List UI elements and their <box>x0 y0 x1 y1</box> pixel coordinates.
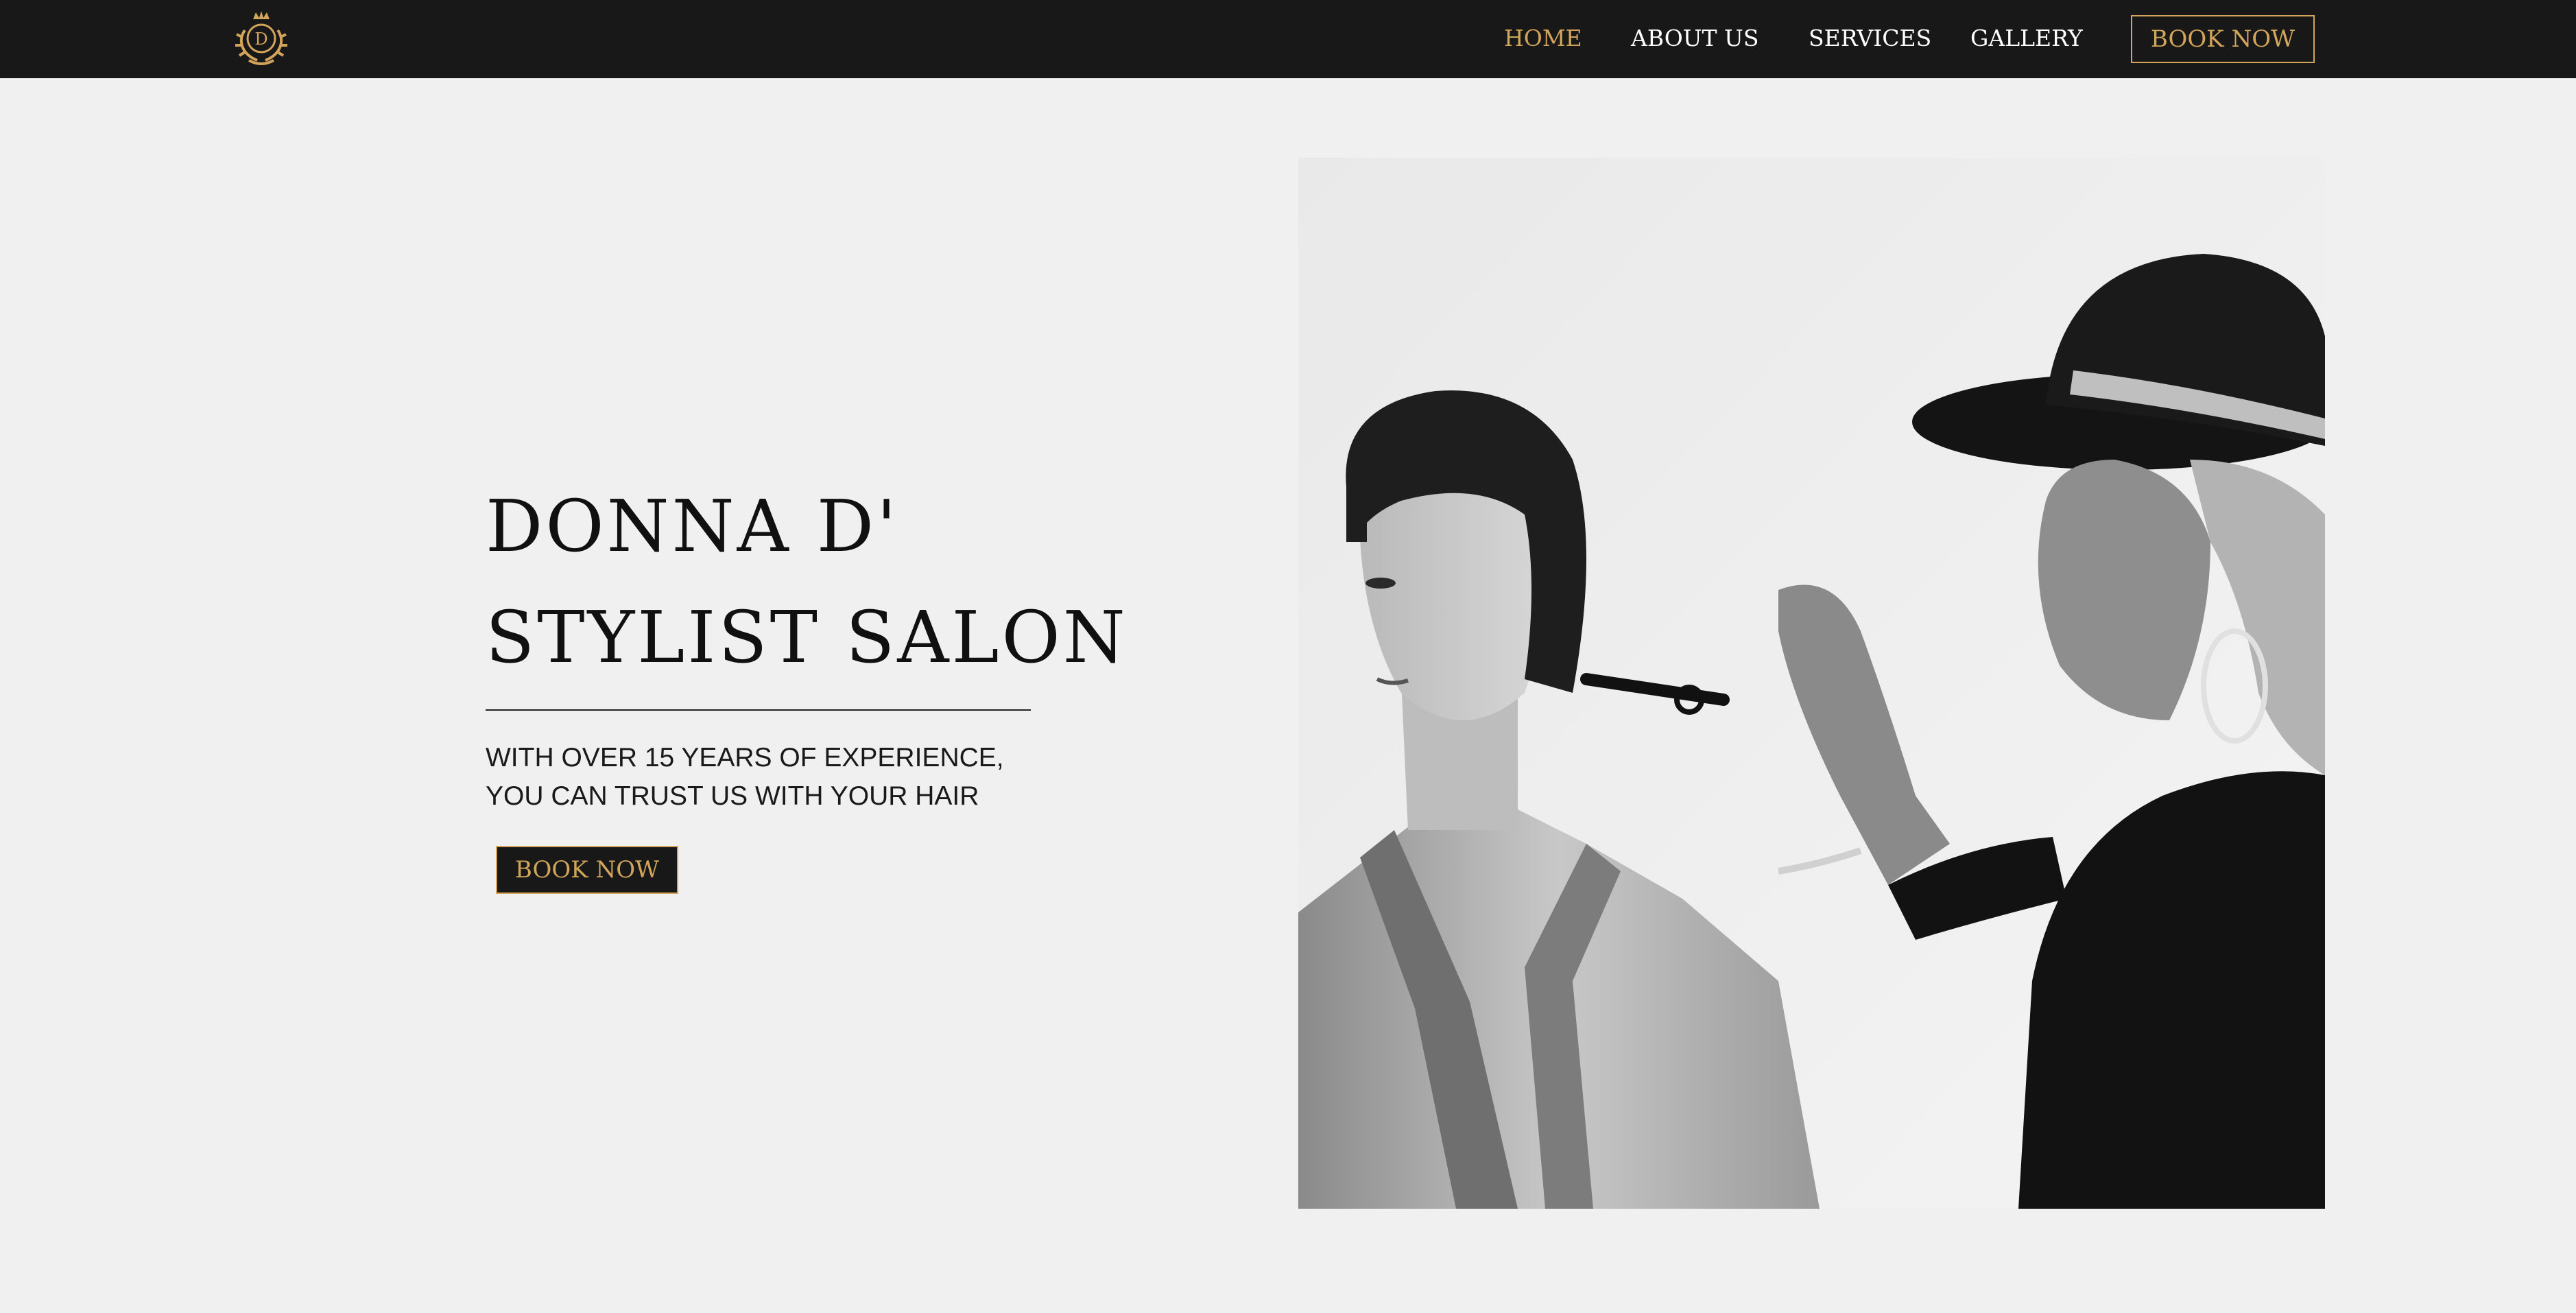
hero-divider <box>486 709 1031 711</box>
nav-about-link[interactable]: ABOUT US <box>1631 21 1758 56</box>
top-navbar: D HOME ABOUT US SERVICES GALLERY BOOK NO… <box>0 0 2576 78</box>
hero-subtitle-line-2: YOU CAN TRUST US WITH YOUR HAIR <box>486 781 979 811</box>
hero-book-now-button[interactable]: BOOK NOW <box>496 846 678 894</box>
nav-home-link[interactable]: HOME <box>1504 21 1582 56</box>
hero-subtitle-line-1: WITH OVER 15 YEARS OF EXPERIENCE, <box>486 743 1004 772</box>
hero-title-line-2: STYLIST SALON <box>486 595 1128 679</box>
nav-services-link[interactable]: SERVICES <box>1809 21 1931 56</box>
logo-letter: D <box>254 29 267 49</box>
hero-stylist-photo <box>1298 158 2325 1209</box>
nav-gallery-link[interactable]: GALLERY <box>1970 21 2083 56</box>
header-book-now-button[interactable]: BOOK NOW <box>2131 15 2315 63</box>
salon-logo-icon[interactable]: D <box>231 10 291 69</box>
hero-title-line-1: DONNA D' <box>486 484 899 568</box>
